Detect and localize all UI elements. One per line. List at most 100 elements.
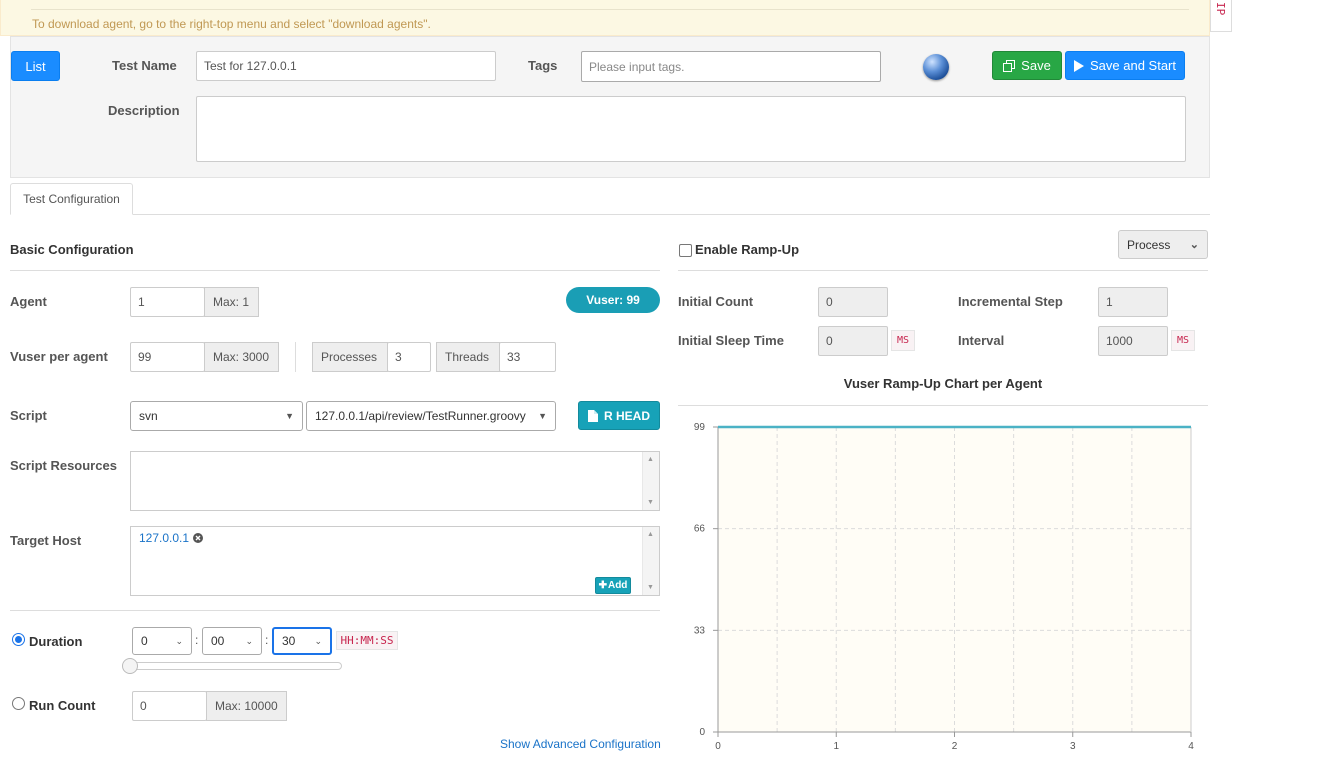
duration-label: Duration (29, 634, 83, 649)
tab-bar-line (10, 214, 1210, 215)
basic-config-title: Basic Configuration (10, 242, 134, 257)
agent-count-input[interactable]: 1 (130, 287, 205, 317)
initial-sleep-unit: MS (891, 330, 915, 351)
basic-config-divider (10, 270, 660, 271)
show-advanced-config-link[interactable]: Show Advanced Configuration (500, 737, 661, 751)
chevron-down-icon: ⌄ (175, 635, 183, 646)
save-and-start-button[interactable]: Save and Start (1065, 51, 1185, 80)
scrollbar[interactable]: ▲ ▼ (642, 452, 659, 510)
chart-y-tick-label: 66 (694, 524, 706, 535)
vuser-max-addon: Max: 3000 (204, 342, 279, 372)
script-label: Script (10, 408, 47, 423)
chevron-down-icon: ▼ (538, 411, 547, 421)
chart-x-tick-label: 3 (1070, 741, 1076, 752)
incremental-step-label: Incremental Step (958, 294, 1063, 309)
chart-x-tick-label: 0 (715, 741, 721, 752)
rampup-mode-value: Process (1127, 237, 1171, 252)
agent-max-addon: Max: 1 (204, 287, 259, 317)
processes-addon: Processes (312, 342, 388, 372)
incremental-step-input[interactable]: 1 (1098, 287, 1168, 317)
time-separator: : (195, 633, 199, 647)
script-path-select[interactable]: 127.0.0.1/api/review/TestRunner.groovy ▼ (306, 401, 556, 431)
duration-slider-track[interactable] (128, 662, 342, 670)
interval-unit: MS (1171, 330, 1195, 351)
chart-x-tick-label: 4 (1188, 741, 1194, 752)
rampup-divider (678, 270, 1208, 271)
play-icon (1074, 59, 1084, 72)
interval-label: Interval (958, 333, 1005, 348)
copy-icon (1003, 59, 1016, 72)
chart-y-tick-label: 0 (699, 727, 705, 738)
script-resources-label: Script Resources (10, 458, 117, 473)
ip-tab-label: IP (1214, 2, 1227, 16)
duration-divider (10, 610, 660, 611)
script-repo-value: svn (139, 409, 158, 423)
file-icon (587, 409, 598, 422)
chart-x-tick-label: 1 (833, 741, 839, 752)
initial-sleep-label: Initial Sleep Time (678, 333, 784, 348)
duration-minutes-select[interactable]: 00 ⌄ (202, 627, 262, 655)
description-label: Description (108, 103, 180, 118)
interval-input[interactable]: 1000 (1098, 326, 1168, 356)
scrollbar[interactable]: ▲ ▼ (642, 527, 659, 595)
run-count-max-addon: Max: 10000 (206, 691, 287, 721)
duration-seconds-value: 30 (282, 634, 296, 648)
plus-icon: ✚ (598, 580, 607, 591)
save-button[interactable]: Save (992, 51, 1062, 80)
run-count-input[interactable]: 0 (132, 691, 207, 721)
tab-test-configuration[interactable]: Test Configuration (10, 183, 133, 215)
threads-input[interactable]: 33 (499, 342, 556, 372)
rampup-mode-select[interactable]: Process ⌄ (1118, 230, 1208, 259)
chart-y-tick-label: 99 (694, 422, 706, 433)
processes-input[interactable]: 3 (387, 342, 431, 372)
script-revision-button[interactable]: R HEAD (578, 401, 660, 430)
duration-seconds-select[interactable]: 30 ⌄ (272, 627, 332, 655)
duration-minutes-value: 00 (211, 634, 225, 648)
test-name-input[interactable]: Test for 127.0.0.1 (196, 51, 496, 81)
chart-x-tick-label: 2 (952, 741, 958, 752)
script-revision-label: R HEAD (603, 408, 650, 423)
script-repo-select[interactable]: svn ▼ (130, 401, 303, 431)
save-and-start-label: Save and Start (1090, 58, 1176, 73)
chart-y-tick-label: 33 (694, 625, 706, 636)
vuser-per-agent-label: Vuser per agent (10, 349, 108, 364)
tags-input[interactable]: Please input tags. (581, 51, 881, 82)
duration-hours-value: 0 (141, 634, 148, 648)
target-host-box[interactable]: ▲ ▼ (130, 526, 660, 596)
vuser-per-agent-input[interactable]: 99 (130, 342, 205, 372)
duration-radio[interactable] (12, 633, 25, 646)
chevron-down-icon: ⌄ (1189, 239, 1199, 251)
vuser-separator (295, 342, 296, 372)
duration-format-hint: HH:MM:SS (336, 631, 398, 650)
rampup-chart: 0 1 2 3 4 0 33 66 99 (694, 422, 1194, 752)
status-orb-icon (923, 54, 949, 80)
add-host-button[interactable]: ✚ Add (595, 577, 631, 594)
remove-icon[interactable] (193, 533, 204, 543)
ip-tab[interactable]: IP (1210, 0, 1232, 32)
vuser-total-badge: Vuser: 99 (566, 287, 660, 313)
run-count-label: Run Count (29, 698, 96, 713)
duration-hours-select[interactable]: 0 ⌄ (132, 627, 192, 655)
run-count-radio[interactable] (12, 697, 25, 710)
duration-slider-handle[interactable] (122, 658, 138, 674)
target-host-value: 127.0.0.1 (139, 531, 190, 545)
download-notice: To download agent, go to the right-top m… (0, 0, 1210, 36)
initial-count-label: Initial Count (678, 294, 754, 309)
chevron-down-icon: ⌄ (314, 635, 322, 646)
enable-rampup-checkbox[interactable] (679, 244, 692, 257)
list-button[interactable]: List (11, 51, 60, 81)
enable-rampup-label: Enable Ramp-Up (695, 242, 800, 257)
save-button-label: Save (1021, 58, 1051, 73)
description-textarea[interactable] (196, 96, 1186, 162)
download-notice-text: To download agent, go to the right-top m… (32, 17, 431, 31)
rampup-chart-title: Vuser Ramp-Up Chart per Agent (843, 376, 1043, 391)
test-name-label: Test Name (112, 58, 177, 73)
chevron-down-icon: ▼ (285, 411, 294, 421)
initial-sleep-input[interactable]: 0 (818, 326, 888, 356)
list-button-label: List (25, 58, 46, 74)
chevron-down-icon: ⌄ (245, 635, 253, 646)
initial-count-input[interactable]: 0 (818, 287, 888, 317)
time-separator: : (265, 633, 269, 647)
script-resources-box[interactable]: ▲ ▼ (130, 451, 660, 511)
target-host-item[interactable]: 127.0.0.1 (139, 531, 204, 545)
